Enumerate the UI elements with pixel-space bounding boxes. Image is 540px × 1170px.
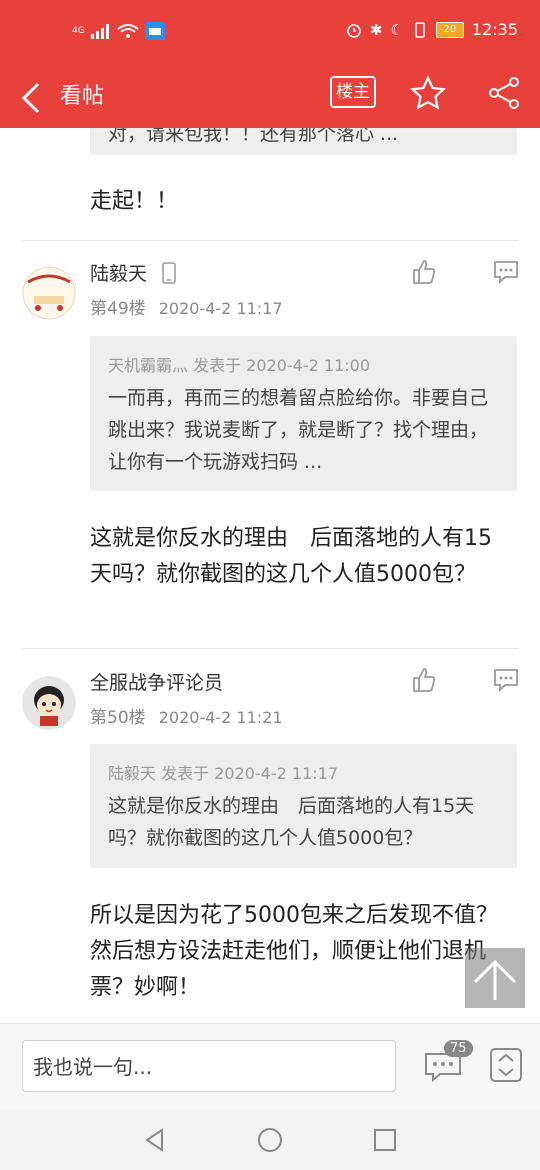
status-left: 4G	[72, 22, 165, 40]
quote-text: 一而再，再而三的想着留点脸给你。非要自己跳出来？我说麦断了，就是断了？找个理由，…	[108, 387, 489, 473]
signal-icon	[90, 24, 109, 39]
username-text[interactable]: 陆毅天	[90, 263, 147, 285]
quote-block: 陆毅天 发表于 2020-4-2 11:17 这就是你反水的理由 后面落地的人有…	[90, 744, 517, 868]
divider	[22, 648, 518, 649]
comment-icon[interactable]	[492, 666, 520, 694]
like-icon[interactable]	[410, 666, 438, 694]
post-meta: 第50楼 2020-4-2 11:21	[90, 703, 283, 728]
username-text[interactable]: 全服战争评论员	[90, 672, 223, 694]
divider	[22, 240, 518, 241]
post-time: 2020-4-2 11:21	[158, 708, 283, 727]
quote-text: 这就是你反水的理由 后面落地的人有15天吗？就你截图的这几个人值5000包？	[108, 795, 475, 849]
arrow-up-icon	[473, 959, 517, 1000]
page-title: 看帖	[60, 84, 105, 109]
comment-icon[interactable]	[492, 258, 520, 286]
back-to-top-button[interactable]	[465, 948, 525, 1008]
quote-header: 陆毅天 发表于 2020-4-2 11:17	[108, 764, 338, 783]
username[interactable]: 陆毅天	[90, 259, 177, 286]
quote-block: 对，请来包我！！还有那个落心 ...	[90, 128, 517, 155]
clock: 12:35	[471, 20, 518, 39]
like-icon[interactable]	[410, 258, 438, 286]
reply-input[interactable]: 我也说一句...	[22, 1040, 396, 1092]
wifi-icon	[117, 24, 139, 38]
reply-bar: 我也说一句... 75	[0, 1023, 540, 1110]
quote-block: 天机霸霸灬 发表于 2020-4-2 11:00 一而再，再而三的想着留点脸给你…	[90, 336, 517, 491]
share-icon[interactable]	[484, 72, 524, 114]
post-body: 所以是因为花了5000包来之后发现不值？然后想方设法赶走他们，顺便让他们退机票？…	[90, 903, 498, 1000]
floor-number: 第49楼	[90, 299, 146, 319]
nav-recents-icon[interactable]	[372, 1127, 398, 1153]
moon-icon: ☾	[390, 20, 404, 39]
post-body: 走起！！	[90, 189, 179, 214]
battery-icon: 20	[435, 21, 464, 38]
quote-header: 天机霸霸灬 发表于 2020-4-2 11:00	[108, 356, 370, 375]
nav-home-icon[interactable]	[257, 1127, 283, 1153]
mobile-device-icon	[162, 262, 176, 284]
op-only-button[interactable]: 楼主	[330, 76, 376, 108]
network-label: 4G	[72, 26, 85, 36]
avatar[interactable]	[22, 266, 76, 320]
status-bar: 4G ✱ ☾ 20 12:35	[0, 0, 540, 64]
scroll-toggle-button[interactable]	[490, 1048, 522, 1082]
chevron-up-down-icon	[498, 1053, 514, 1077]
username[interactable]: 全服战争评论员	[90, 668, 223, 695]
bluetooth-icon: ✱	[369, 20, 383, 39]
favorite-star-icon[interactable]	[408, 72, 448, 114]
post-body: 这就是你反水的理由 后面落地的人有15天吗？就你截图的这几个人值5000包？	[90, 526, 492, 587]
nav-back-icon[interactable]	[142, 1127, 168, 1153]
app-bar: 看帖 楼主	[0, 64, 540, 128]
vibrate-icon	[415, 21, 425, 38]
floor-number: 第50楼	[90, 708, 146, 728]
back-arrow-icon[interactable]	[18, 76, 54, 116]
system-nav-bar	[0, 1109, 540, 1170]
post-time: 2020-4-2 11:17	[158, 299, 283, 318]
app-notification-icon	[144, 22, 165, 40]
alarm-icon	[347, 23, 361, 38]
comment-count-badge: 75	[444, 1040, 473, 1057]
battery-level: 20	[443, 23, 457, 35]
status-right: ✱ ☾ 20 12:35	[346, 20, 518, 39]
quote-text: 对，请来包我！！还有那个落心 ...	[108, 128, 399, 145]
post-meta: 第49楼 2020-4-2 11:17	[90, 294, 283, 319]
avatar[interactable]	[22, 676, 76, 730]
post-list[interactable]: 对，请来包我！！还有那个落心 ... 走起！！ 陆毅天 第49楼 2020-4-…	[0, 128, 540, 1023]
